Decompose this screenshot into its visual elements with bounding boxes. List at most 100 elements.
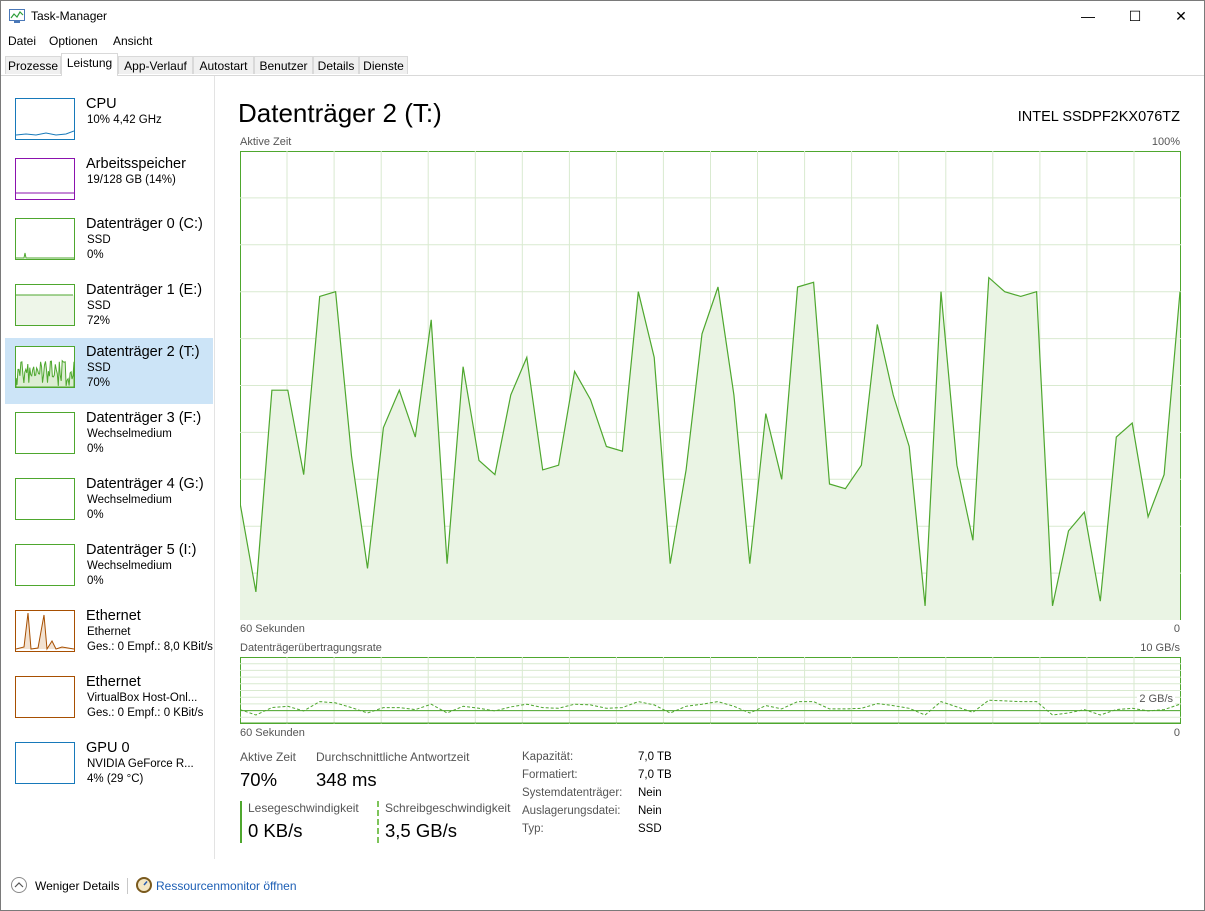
resource-item-detail: NVIDIA GeForce R...: [87, 758, 194, 770]
disk-graph-icon: [15, 478, 75, 520]
disk-graph-icon: [15, 412, 75, 454]
resource-item-3[interactable]: Datenträger 1 (E:) SSD 72%: [5, 276, 213, 342]
type-label: Typ:: [522, 823, 544, 835]
task-manager-window: Task-Manager — ☐ ✕ Datei Optionen Ansich…: [0, 0, 1205, 911]
active-time-label: Aktive Zeit: [240, 750, 297, 764]
system-disk-label: Systemdatenträger:: [522, 787, 623, 799]
avg-response-label: Durchschnittliche Antwortzeit: [316, 750, 470, 764]
resource-item-4[interactable]: Datenträger 2 (T:) SSD 70%: [5, 338, 213, 404]
resource-item-value: 0%: [87, 575, 104, 587]
close-button[interactable]: ✕: [1158, 1, 1204, 31]
page-title: Datenträger 2 (T:): [238, 98, 442, 128]
resource-item-detail: SSD: [87, 362, 111, 374]
resource-item-value: 4% (29 °C): [87, 773, 144, 785]
tab-benutzer[interactable]: Benutzer: [254, 56, 313, 74]
resource-item-name: Ethernet: [86, 608, 141, 624]
formatted-label: Formatiert:: [522, 769, 578, 781]
active-time-graph: [240, 151, 1181, 620]
footer-bar: Weniger Details Ressourcenmonitor öffnen: [1, 873, 1204, 901]
task-manager-icon: [9, 9, 25, 23]
resource-item-detail: Wechselmedium: [87, 428, 172, 440]
resource-item-0[interactable]: CPU 10% 4,42 GHz: [5, 90, 213, 156]
close-icon: ✕: [1175, 7, 1187, 24]
transfer-rate-graph-max: 10 GB/s: [1140, 642, 1180, 654]
tab-leistung[interactable]: Leistung: [61, 53, 118, 76]
transfer-rate-x-right: 0: [1173, 727, 1180, 739]
footer-separator: [127, 878, 128, 894]
disk-graph-icon: [15, 346, 75, 388]
transfer-rate-x-left: 60 Sekunden: [240, 727, 305, 739]
resource-item-name: Datenträger 4 (G:): [86, 476, 204, 492]
resource-item-value: Ges.: 0 Empf.: 0 KBit/s: [87, 707, 204, 719]
resource-item-name: Datenträger 3 (F:): [86, 410, 202, 426]
resource-item-detail: 19/128 GB (14%): [87, 174, 176, 186]
pagefile-label: Auslagerungsdatei:: [522, 805, 621, 817]
active-time-x-left: 60 Sekunden: [240, 623, 305, 635]
resource-item-value: 0%: [87, 249, 104, 261]
resource-item-1[interactable]: Arbeitsspeicher 19/128 GB (14%): [5, 150, 213, 216]
transfer-rate-graph: [240, 657, 1181, 724]
resource-item-value: Ges.: 0 Empf.: 8,0 KBit/s: [87, 641, 213, 653]
menu-bar: Datei Optionen Ansicht: [1, 32, 1204, 51]
read-speed-value: 0 KB/s: [248, 820, 303, 841]
write-speed-legend-bar: [377, 801, 379, 843]
resource-item-detail: VirtualBox Host-Onl...: [87, 692, 198, 704]
resource-monitor-icon[interactable]: [136, 877, 152, 893]
write-speed-value: 3,5 GB/s: [385, 820, 457, 841]
tab-prozesse[interactable]: Prozesse: [5, 56, 61, 74]
tab-autostart[interactable]: Autostart: [193, 56, 254, 74]
type-value: SSD: [638, 823, 662, 835]
resource-item-7[interactable]: Datenträger 5 (I:) Wechselmedium 0%: [5, 536, 213, 602]
disk-graph-icon: [15, 284, 75, 326]
resource-item-2[interactable]: Datenträger 0 (C:) SSD 0%: [5, 210, 213, 276]
resource-item-detail: Wechselmedium: [87, 560, 172, 572]
system-disk-value: Nein: [638, 787, 662, 799]
tab-bar: Prozesse Leistung App-Verlauf Autostart …: [1, 53, 1204, 76]
resource-item-name: Datenträger 1 (E:): [86, 282, 203, 298]
read-speed-label: Lesegeschwindigkeit: [248, 801, 359, 815]
network-graph-icon: [15, 676, 75, 718]
resource-item-name: Ethernet: [86, 674, 141, 690]
menu-ansicht[interactable]: Ansicht: [113, 34, 152, 48]
tab-details[interactable]: Details: [313, 56, 359, 74]
resource-item-name: Datenträger 5 (I:): [86, 542, 197, 558]
resource-monitor-link[interactable]: Ressourcenmonitor öffnen: [156, 879, 297, 893]
tab-app-verlauf[interactable]: App-Verlauf: [118, 56, 193, 74]
resource-item-name: Arbeitsspeicher: [86, 156, 186, 172]
resource-item-name: Datenträger 0 (C:): [86, 216, 203, 232]
resource-list: CPU 10% 4,42 GHz Arbeitsspeicher 19/128 GB …: [1, 76, 215, 859]
capacity-label: Kapazität:: [522, 751, 574, 763]
disk-graph-icon: [15, 218, 75, 260]
transfer-rate-graph-label: Datenträgerübertragungsrate: [240, 642, 382, 654]
resource-item-5[interactable]: Datenträger 3 (F:) Wechselmedium 0%: [5, 404, 213, 470]
resource-item-detail: SSD: [87, 300, 111, 312]
title-bar[interactable]: Task-Manager — ☐ ✕: [1, 1, 1204, 31]
transfer-rate-reference-label: 2 GB/s: [1137, 693, 1175, 705]
resource-item-name: Datenträger 2 (T:): [86, 344, 200, 360]
fewer-details-button[interactable]: Weniger Details: [35, 879, 119, 893]
formatted-value: 7,0 TB: [638, 769, 672, 781]
resource-item-9[interactable]: Ethernet VirtualBox Host-Onl... Ges.: 0 Em…: [5, 668, 213, 734]
resource-item-10[interactable]: GPU 0 NVIDIA GeForce R... 4% (29 °C): [5, 734, 213, 800]
resource-item-8[interactable]: Ethernet Ethernet Ges.: 0 Empf.: 8,0 KBit/…: [5, 602, 213, 668]
menu-datei[interactable]: Datei: [8, 34, 36, 48]
pagefile-value: Nein: [638, 805, 662, 817]
resource-item-detail: 10% 4,42 GHz: [87, 114, 162, 126]
chevron-up-icon[interactable]: [11, 877, 27, 893]
maximize-button[interactable]: ☐: [1112, 1, 1158, 31]
active-time-x-right: 0: [1173, 623, 1180, 635]
tab-dienste[interactable]: Dienste: [359, 56, 408, 74]
gpu-graph-icon: [15, 742, 75, 784]
minimize-button[interactable]: —: [1065, 1, 1111, 31]
resource-item-detail: Wechselmedium: [87, 494, 172, 506]
disk-graph-icon: [15, 544, 75, 586]
active-time-value: 70%: [240, 769, 278, 790]
disk-model: INTEL SSDPF2KX076TZ: [1017, 109, 1180, 125]
memory-graph-icon: [15, 158, 75, 200]
resource-item-6[interactable]: Datenträger 4 (G:) Wechselmedium 0%: [5, 470, 213, 536]
network-graph-icon: [15, 610, 75, 652]
minimize-icon: —: [1081, 8, 1095, 24]
menu-optionen[interactable]: Optionen: [49, 34, 98, 48]
resource-item-value: 0%: [87, 509, 104, 521]
resource-item-name: CPU: [86, 96, 117, 112]
